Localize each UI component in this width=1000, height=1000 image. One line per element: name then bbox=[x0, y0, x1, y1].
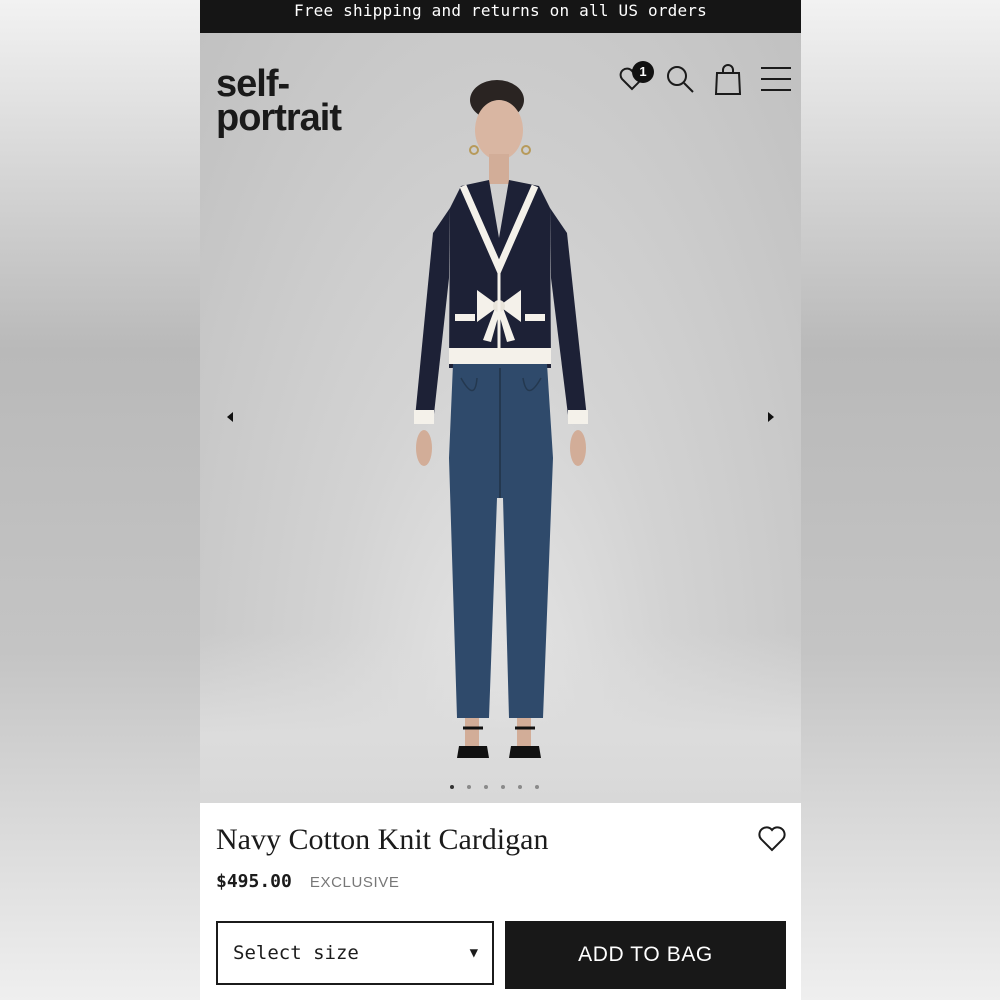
search-icon bbox=[667, 66, 694, 93]
brand-logo[interactable]: self- portrait bbox=[216, 63, 342, 139]
logo-line-2: portrait bbox=[216, 97, 342, 139]
previous-image-arrow[interactable] bbox=[224, 411, 236, 423]
header-icons: 1 bbox=[615, 59, 793, 99]
background-left bbox=[0, 0, 200, 1000]
product-gallery[interactable]: self- portrait 1 bbox=[200, 33, 801, 803]
product-model-image bbox=[414, 80, 588, 758]
bag-icon bbox=[714, 64, 742, 95]
background-right bbox=[801, 0, 1000, 1000]
menu-icon bbox=[761, 67, 791, 91]
wishlist-count-badge: 1 bbox=[632, 61, 654, 83]
product-info: Navy Cotton Knit Cardigan $495.00 EXCLUS… bbox=[200, 803, 801, 1000]
pagination-dot[interactable] bbox=[535, 785, 539, 789]
next-image-arrow[interactable] bbox=[765, 411, 777, 423]
dropdown-caret-icon: ▼ bbox=[469, 945, 478, 961]
pagination-dot[interactable] bbox=[450, 785, 454, 789]
wishlist-button[interactable]: 1 bbox=[615, 59, 654, 99]
logo-line-1: self- bbox=[216, 63, 290, 105]
gallery-pagination bbox=[450, 785, 539, 789]
product-title: Navy Cotton Knit Cardigan bbox=[216, 823, 549, 856]
pagination-dot[interactable] bbox=[518, 785, 522, 789]
promo-banner: Free shipping and returns on all US orde… bbox=[200, 0, 801, 33]
size-select[interactable]: Select size ▼ bbox=[216, 921, 494, 985]
favorite-heart-icon[interactable] bbox=[757, 825, 787, 853]
menu-button[interactable] bbox=[759, 59, 793, 99]
exclusive-tag: EXCLUSIVE bbox=[309, 874, 400, 891]
pagination-dot[interactable] bbox=[484, 785, 488, 789]
add-to-bag-button[interactable]: ADD TO BAG bbox=[505, 921, 786, 989]
product-page: Free shipping and returns on all US orde… bbox=[200, 0, 801, 1000]
price-row: $495.00 EXCLUSIVE bbox=[216, 871, 399, 892]
product-price: $495.00 bbox=[216, 871, 292, 892]
size-select-placeholder: Select size bbox=[233, 942, 359, 964]
pagination-dot[interactable] bbox=[501, 785, 505, 789]
pagination-dot[interactable] bbox=[467, 785, 471, 789]
bag-button[interactable] bbox=[711, 59, 745, 99]
search-button[interactable] bbox=[663, 59, 697, 99]
